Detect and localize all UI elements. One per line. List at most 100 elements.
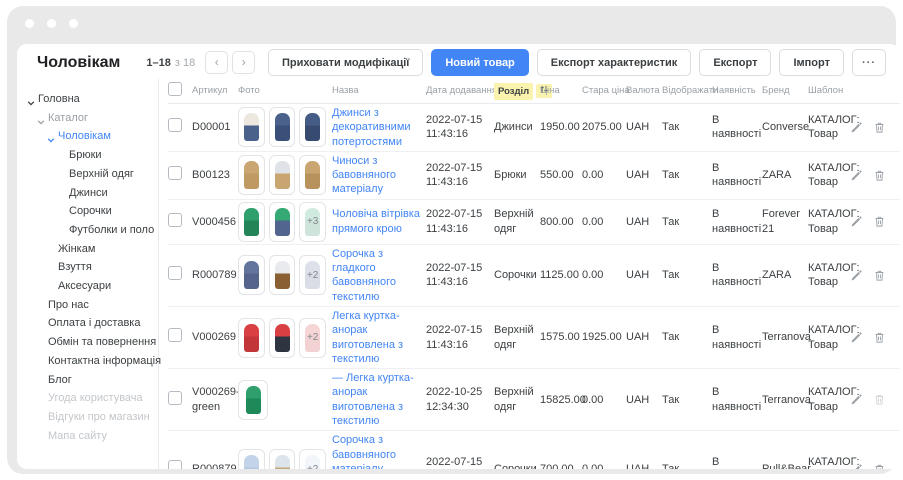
- sidebar-item[interactable]: Мапа сайту: [17, 427, 158, 446]
- sidebar-item[interactable]: Контактна інформація: [17, 352, 158, 371]
- sidebar-item[interactable]: Головна: [17, 90, 158, 109]
- row-checkbox[interactable]: [168, 166, 182, 180]
- more-photos-thumb[interactable]: +2: [299, 318, 326, 358]
- sidebar-item[interactable]: Жінкам: [17, 240, 158, 259]
- edit-icon[interactable]: [850, 215, 863, 228]
- sidebar-item[interactable]: Верхній одяг: [17, 165, 158, 184]
- date-cell: 2022-07-1511:43:16: [426, 207, 494, 236]
- product-photo[interactable]: [269, 255, 296, 295]
- checkbox-cell: [168, 213, 192, 231]
- product-name-link[interactable]: Джинси з декоративними потертостями: [332, 107, 411, 148]
- table-row: V000269+2Легка куртка-анорак виготовлена…: [168, 307, 900, 369]
- price-cell: 550.00: [540, 168, 582, 182]
- column-header: Розділ: [494, 84, 540, 98]
- sidebar-item[interactable]: Блог: [17, 371, 158, 390]
- sidebar-item[interactable]: Брюки: [17, 146, 158, 165]
- product-photo[interactable]: [269, 318, 296, 358]
- action-button[interactable]: Приховати модифікації: [268, 49, 423, 76]
- sidebar-item[interactable]: Обмін та повернення: [17, 333, 158, 352]
- product-photo[interactable]: [238, 255, 265, 295]
- product-name-link[interactable]: Чиноси з бавовняного матеріалу: [332, 155, 396, 196]
- edit-icon[interactable]: [850, 169, 863, 182]
- product-photo[interactable]: [269, 107, 296, 147]
- time-value: 11:43:16: [426, 275, 488, 289]
- window-dot-icon[interactable]: [69, 19, 78, 28]
- product-name-link[interactable]: Чоловіча вітрівка прямого крою: [332, 208, 420, 234]
- product-photo[interactable]: [238, 107, 265, 147]
- currency-cell: UAH: [626, 215, 662, 229]
- action-button[interactable]: Експорт: [699, 49, 771, 76]
- column-header: Наявність: [712, 85, 762, 97]
- price-cell: 1125.00: [540, 268, 582, 282]
- column-header: Дата додавання: [426, 85, 494, 97]
- sidebar-item-label: Угода користувача: [48, 392, 143, 404]
- sidebar-item[interactable]: Взуття: [17, 258, 158, 277]
- product-name-link[interactable]: Сорочка з бавовняного матеріалу притален…: [332, 434, 396, 469]
- row-checkbox[interactable]: [168, 460, 182, 469]
- product-photo[interactable]: [238, 202, 265, 242]
- action-button[interactable]: Експорт характеристик: [537, 49, 692, 76]
- prev-page-button[interactable]: ‹: [205, 51, 228, 74]
- edit-icon[interactable]: [850, 463, 863, 469]
- photo-thumbnails: +2: [238, 318, 326, 358]
- product-name-link[interactable]: Сорочка з гладкого бавовняного текстилю: [332, 248, 396, 303]
- product-photo[interactable]: [299, 107, 326, 147]
- sidebar-item[interactable]: Аксесуари: [17, 277, 158, 296]
- delete-icon[interactable]: [873, 269, 886, 282]
- delete-icon[interactable]: [873, 169, 886, 182]
- product-photo[interactable]: [238, 449, 265, 469]
- availability-cell: В наявності: [712, 261, 762, 290]
- row-checkbox[interactable]: [168, 266, 182, 280]
- sidebar-item[interactable]: Відгуки про магазин: [17, 408, 158, 427]
- date-cell: 2022-07-1511:43:16: [426, 161, 494, 190]
- delete-icon[interactable]: [873, 215, 886, 228]
- sidebar-item[interactable]: Джинси: [17, 184, 158, 203]
- sidebar-item[interactable]: Футболки и поло: [17, 221, 158, 240]
- edit-icon[interactable]: [850, 331, 863, 344]
- delete-icon[interactable]: [873, 331, 886, 344]
- select-all-checkbox[interactable]: [168, 82, 182, 96]
- garment-image: [244, 113, 259, 141]
- garment-image: [275, 455, 290, 469]
- sidebar-item[interactable]: Про нас: [17, 296, 158, 315]
- sidebar-item[interactable]: Чоловікам: [17, 127, 158, 146]
- section-cell: Джинси: [494, 120, 540, 134]
- product-photo[interactable]: [269, 449, 296, 469]
- more-photos-thumb[interactable]: +3: [299, 202, 326, 242]
- edit-icon[interactable]: [850, 393, 863, 406]
- row-checkbox[interactable]: [168, 391, 182, 405]
- product-photo[interactable]: [238, 380, 268, 420]
- row-checkbox[interactable]: [168, 213, 182, 227]
- more-photos-thumb[interactable]: +2: [299, 449, 326, 469]
- edit-icon[interactable]: [850, 121, 863, 134]
- sidebar-item[interactable]: Сорочки: [17, 202, 158, 221]
- row-checkbox[interactable]: [168, 118, 182, 132]
- content: ГоловнаКаталогЧоловікамБрюкиВерхній одяг…: [17, 79, 900, 469]
- window-dot-icon[interactable]: [47, 19, 56, 28]
- brand-cell: Pull&Bear: [762, 462, 808, 469]
- product-photo[interactable]: [269, 155, 296, 195]
- more-actions-button[interactable]: ···: [852, 49, 886, 76]
- product-photo[interactable]: [269, 202, 296, 242]
- delete-icon[interactable]: [873, 393, 886, 406]
- sidebar-item[interactable]: Каталог: [17, 109, 158, 128]
- more-photos-count: +3: [307, 215, 318, 228]
- product-name-link[interactable]: — Легка куртка-анорак виготовлена з текс…: [332, 372, 414, 427]
- row-checkbox[interactable]: [168, 328, 182, 342]
- sidebar-item[interactable]: Оплата і доставка: [17, 314, 158, 333]
- action-button[interactable]: Новий товар: [431, 49, 528, 76]
- product-photo[interactable]: [238, 318, 265, 358]
- sidebar-item[interactable]: Угода користувача: [17, 389, 158, 408]
- sidebar-item-label: Жінкам: [58, 243, 95, 255]
- more-photos-thumb[interactable]: +2: [299, 255, 326, 295]
- delete-icon[interactable]: [873, 121, 886, 134]
- garment-image: [244, 161, 259, 189]
- product-name-link[interactable]: Легка куртка-анорак виготовлена з тексти…: [332, 310, 403, 365]
- product-photo[interactable]: [238, 155, 265, 195]
- edit-icon[interactable]: [850, 269, 863, 282]
- product-photo[interactable]: [299, 155, 326, 195]
- action-button[interactable]: Імпорт: [779, 49, 844, 76]
- next-page-button[interactable]: ›: [232, 51, 255, 74]
- window-dot-icon[interactable]: [25, 19, 34, 28]
- delete-icon[interactable]: [873, 463, 886, 469]
